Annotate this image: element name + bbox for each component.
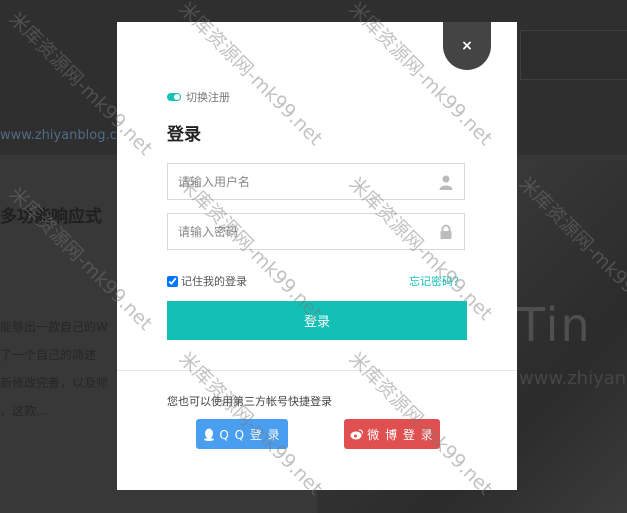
user-icon [439,175,453,190]
divider [117,370,517,371]
weibo-icon [350,428,364,439]
switch-register-label: 切换注册 [186,91,230,104]
login-title: 登录 [167,125,201,145]
close-button[interactable]: × [443,22,491,70]
weibo-login-label: 微 博 登 录 [367,427,434,442]
qq-icon [204,428,215,441]
remember-checkbox[interactable] [167,275,178,287]
password-input[interactable] [168,214,428,249]
close-icon: × [461,38,473,54]
login-modal: × 切换注册 登录 记住我的登录 忘记密码？ 登录 您也可以使用第三方帐号快捷登… [117,22,517,490]
username-field-wrapper [167,163,465,200]
remember-label: 记住我的登录 [181,275,247,288]
forgot-password-link[interactable]: 忘记密码？ [409,273,464,289]
quick-login-text: 您也可以使用第三方帐号快捷登录 [167,395,332,408]
qq-login-label: Q Q 登 录 [219,427,281,442]
toggle-icon [167,93,181,101]
lock-icon [440,224,452,239]
remember-me: 记住我的登录 [167,273,247,289]
weibo-login-button[interactable]: 微 博 登 录 [344,419,440,449]
password-field-wrapper [167,213,465,250]
qq-login-button[interactable]: Q Q 登 录 [196,419,288,449]
username-input[interactable] [168,164,428,199]
switch-register-link[interactable]: 切换注册 [167,89,230,105]
login-button[interactable]: 登录 [167,301,467,340]
